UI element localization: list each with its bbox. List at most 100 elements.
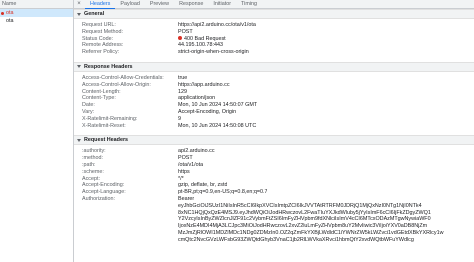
header-value[interactable]: POST [178,155,193,162]
authorization-token-line[interactable]: 8xNC1HQjQxQzE4MSJ9.eyJhdWQiOiJodHRwczovL… [74,210,474,217]
header-value[interactable]: 44.195.100.78:443 [178,42,223,49]
header-row: :scheme: https [74,169,474,176]
header-value[interactable]: pt-BR,pt;q=0.9,en-US;q=0.8,en;q=0.7 [178,189,267,196]
header-row: Content-Length: 129 [74,89,474,96]
authorization-token-line[interactable]: cmQtc2NvcGVzLWFsbG93ZWQtdGhyb3VnaC1jb2Rl… [74,237,474,244]
request-details-panel: × Headers Payload Preview Response Initiator… [74,0,474,262]
request-list: ota ota [0,9,73,25]
header-value[interactable]: Mon, 10 Jun 2024 14:50:07 GMT [178,102,257,109]
header-row: Remote Address: 44.195.100.78:443 [74,42,474,49]
header-value[interactable]: Mon, 10 Jun 2024 14:50:08 UTC [178,123,256,130]
tab-headers[interactable]: Headers [85,0,116,9]
header-row: Accept-Encoding: gzip, deflate, br, zstd [74,182,474,189]
response-headers-title: Response Headers [84,63,133,70]
request-name: ota [6,18,14,24]
expand-triangle-icon [77,12,81,16]
name-column-header[interactable]: Name [0,0,73,9]
request-row[interactable]: ota [0,17,73,25]
header-row: Accept-Language: pt-BR,pt;q=0.9,en-US;q=0… [74,189,474,196]
general-section-header[interactable]: General [74,9,474,19]
header-key: :scheme: [82,168,104,175]
header-row: Access-Control-Allow-Origin: https://app.… [74,82,474,89]
authorization-token-line[interactable]: IjoxNzE4MDI4MjA3LCJpc3MiOiJodHRwczovL2xv… [74,223,474,230]
header-key: Accept-Encoding: [82,182,125,189]
close-icon[interactable]: × [76,1,82,7]
header-value[interactable]: true [178,75,187,82]
response-headers-body: Access-Control-Allow-Credentials: true Acc… [74,72,474,135]
header-value[interactable]: Accept-Encoding, Origin [178,109,236,116]
authorization-token-line[interactable]: MzJmZjRlOWI1MDZlMDc1NDg0ZDMzIn0.OZ2qZmFk… [74,230,474,237]
header-value[interactable]: POST [178,29,193,36]
request-row[interactable]: ota [0,9,73,17]
header-row: Authorization: Bearer [74,196,474,203]
header-row: :method: POST [74,155,474,162]
header-key: :method: [82,155,103,162]
header-value[interactable]: */* [178,176,184,183]
header-key: X-Ratelimit-Reset: [82,122,126,129]
header-row: Request Method: POST [74,29,474,36]
header-value[interactable]: api2.arduino.cc [178,148,215,155]
tab-preview[interactable]: Preview [145,0,174,8]
authorization-token-line[interactable]: eyJhbGciOiJSUzI1NiIsInR5cCI6IkpXVCIsImtp… [74,203,474,210]
header-value[interactable]: https [178,169,190,176]
header-row: Date: Mon, 10 Jun 2024 14:50:07 GMT [74,102,474,109]
header-row: X-Ratelimit-Remaining: 9 [74,116,474,123]
header-value[interactable]: Bearer [178,196,194,203]
header-row: Vary: Accept-Encoding, Origin [74,109,474,116]
tab-timing[interactable]: Timing [236,0,262,8]
header-value[interactable]: gzip, deflate, br, zstd [178,182,227,189]
header-row: :authority: api2.arduino.cc [74,148,474,155]
error-icon [1,11,4,15]
header-value[interactable]: https://app.arduino.cc [178,82,230,89]
tabs-container: Headers Payload Preview Response Initiator Ti… [85,0,262,9]
status-error-icon [178,36,182,41]
header-value[interactable]: application/json [178,95,215,102]
header-key: Authorization: [82,195,115,202]
expand-triangle-icon [77,138,81,142]
expand-triangle-icon [77,65,81,69]
header-row: Access-Control-Allow-Credentials: true [74,75,474,82]
header-key: Content-Type: [82,95,116,102]
header-key: Accept: [82,175,100,182]
header-value[interactable]: 9 [178,116,181,123]
general-section-body: Request URL: https://api2.arduino.cc/ota/… [74,19,474,62]
header-key: :authority: [82,148,106,155]
header-row: Referrer Policy: strict-origin-when-cross… [74,49,474,56]
details-tab-bar: × Headers Payload Preview Response Initiator… [74,0,474,9]
general-section: General Request URL: https://api2.arduino… [74,9,474,62]
header-value[interactable]: strict-origin-when-cross-origin [178,49,249,56]
header-row: Accept: */* [74,176,474,183]
header-value[interactable]: /ota/v1/ota [178,162,203,169]
header-value[interactable]: 400 Bad Request [178,36,226,43]
header-key: Access-Control-Allow-Credentials: [82,74,164,81]
tab-response[interactable]: Response [174,0,208,8]
response-headers-header[interactable]: Response Headers [74,61,474,72]
tab-initiator[interactable]: Initiator [208,0,236,8]
request-list-panel: Name ota ota [0,0,74,262]
header-key: Date: [82,102,95,109]
header-key: Remote Address: [82,42,124,49]
header-key: Vary: [82,108,95,115]
header-row: :path: /ota/v1/ota [74,162,474,169]
header-key: Content-Length: [82,88,121,95]
request-headers-body: :authority: api2.arduino.cc:method: POST:p… [74,145,474,249]
status-code-text: 400 Bad Request [184,35,226,42]
response-headers-section: Response Headers Access-Control-Allow-Cr… [74,61,474,135]
header-value[interactable]: 129 [178,89,187,96]
request-headers-header[interactable]: Request Headers [74,135,474,146]
header-row: Request URL: https://api2.arduino.cc/ota/… [74,22,474,29]
header-key: Access-Control-Allow-Origin: [82,81,151,88]
tab-payload[interactable]: Payload [115,0,144,8]
header-row: Status Code: 400 Bad Request [74,36,474,43]
header-key: Status Code: [82,35,114,42]
authorization-token-line[interactable]: Y2VzcyIsInByZWZlcnJlZF91c2VybmFtZSI6ImFy… [74,216,474,223]
header-row: Content-Type: application/json [74,95,474,102]
header-key: :path: [82,161,96,168]
header-row: X-Ratelimit-Reset: Mon, 10 Jun 2024 14:50… [74,123,474,130]
header-key: Request Method: [82,28,124,35]
header-key: X-Ratelimit-Remaining: [82,115,138,122]
request-headers-section: Request Headers :authority: api2.arduino.… [74,135,474,249]
header-value[interactable]: https://api2.arduino.cc/ota/v1/ota [178,22,256,29]
header-key: Request URL: [82,22,116,28]
request-name: ota [6,10,14,16]
